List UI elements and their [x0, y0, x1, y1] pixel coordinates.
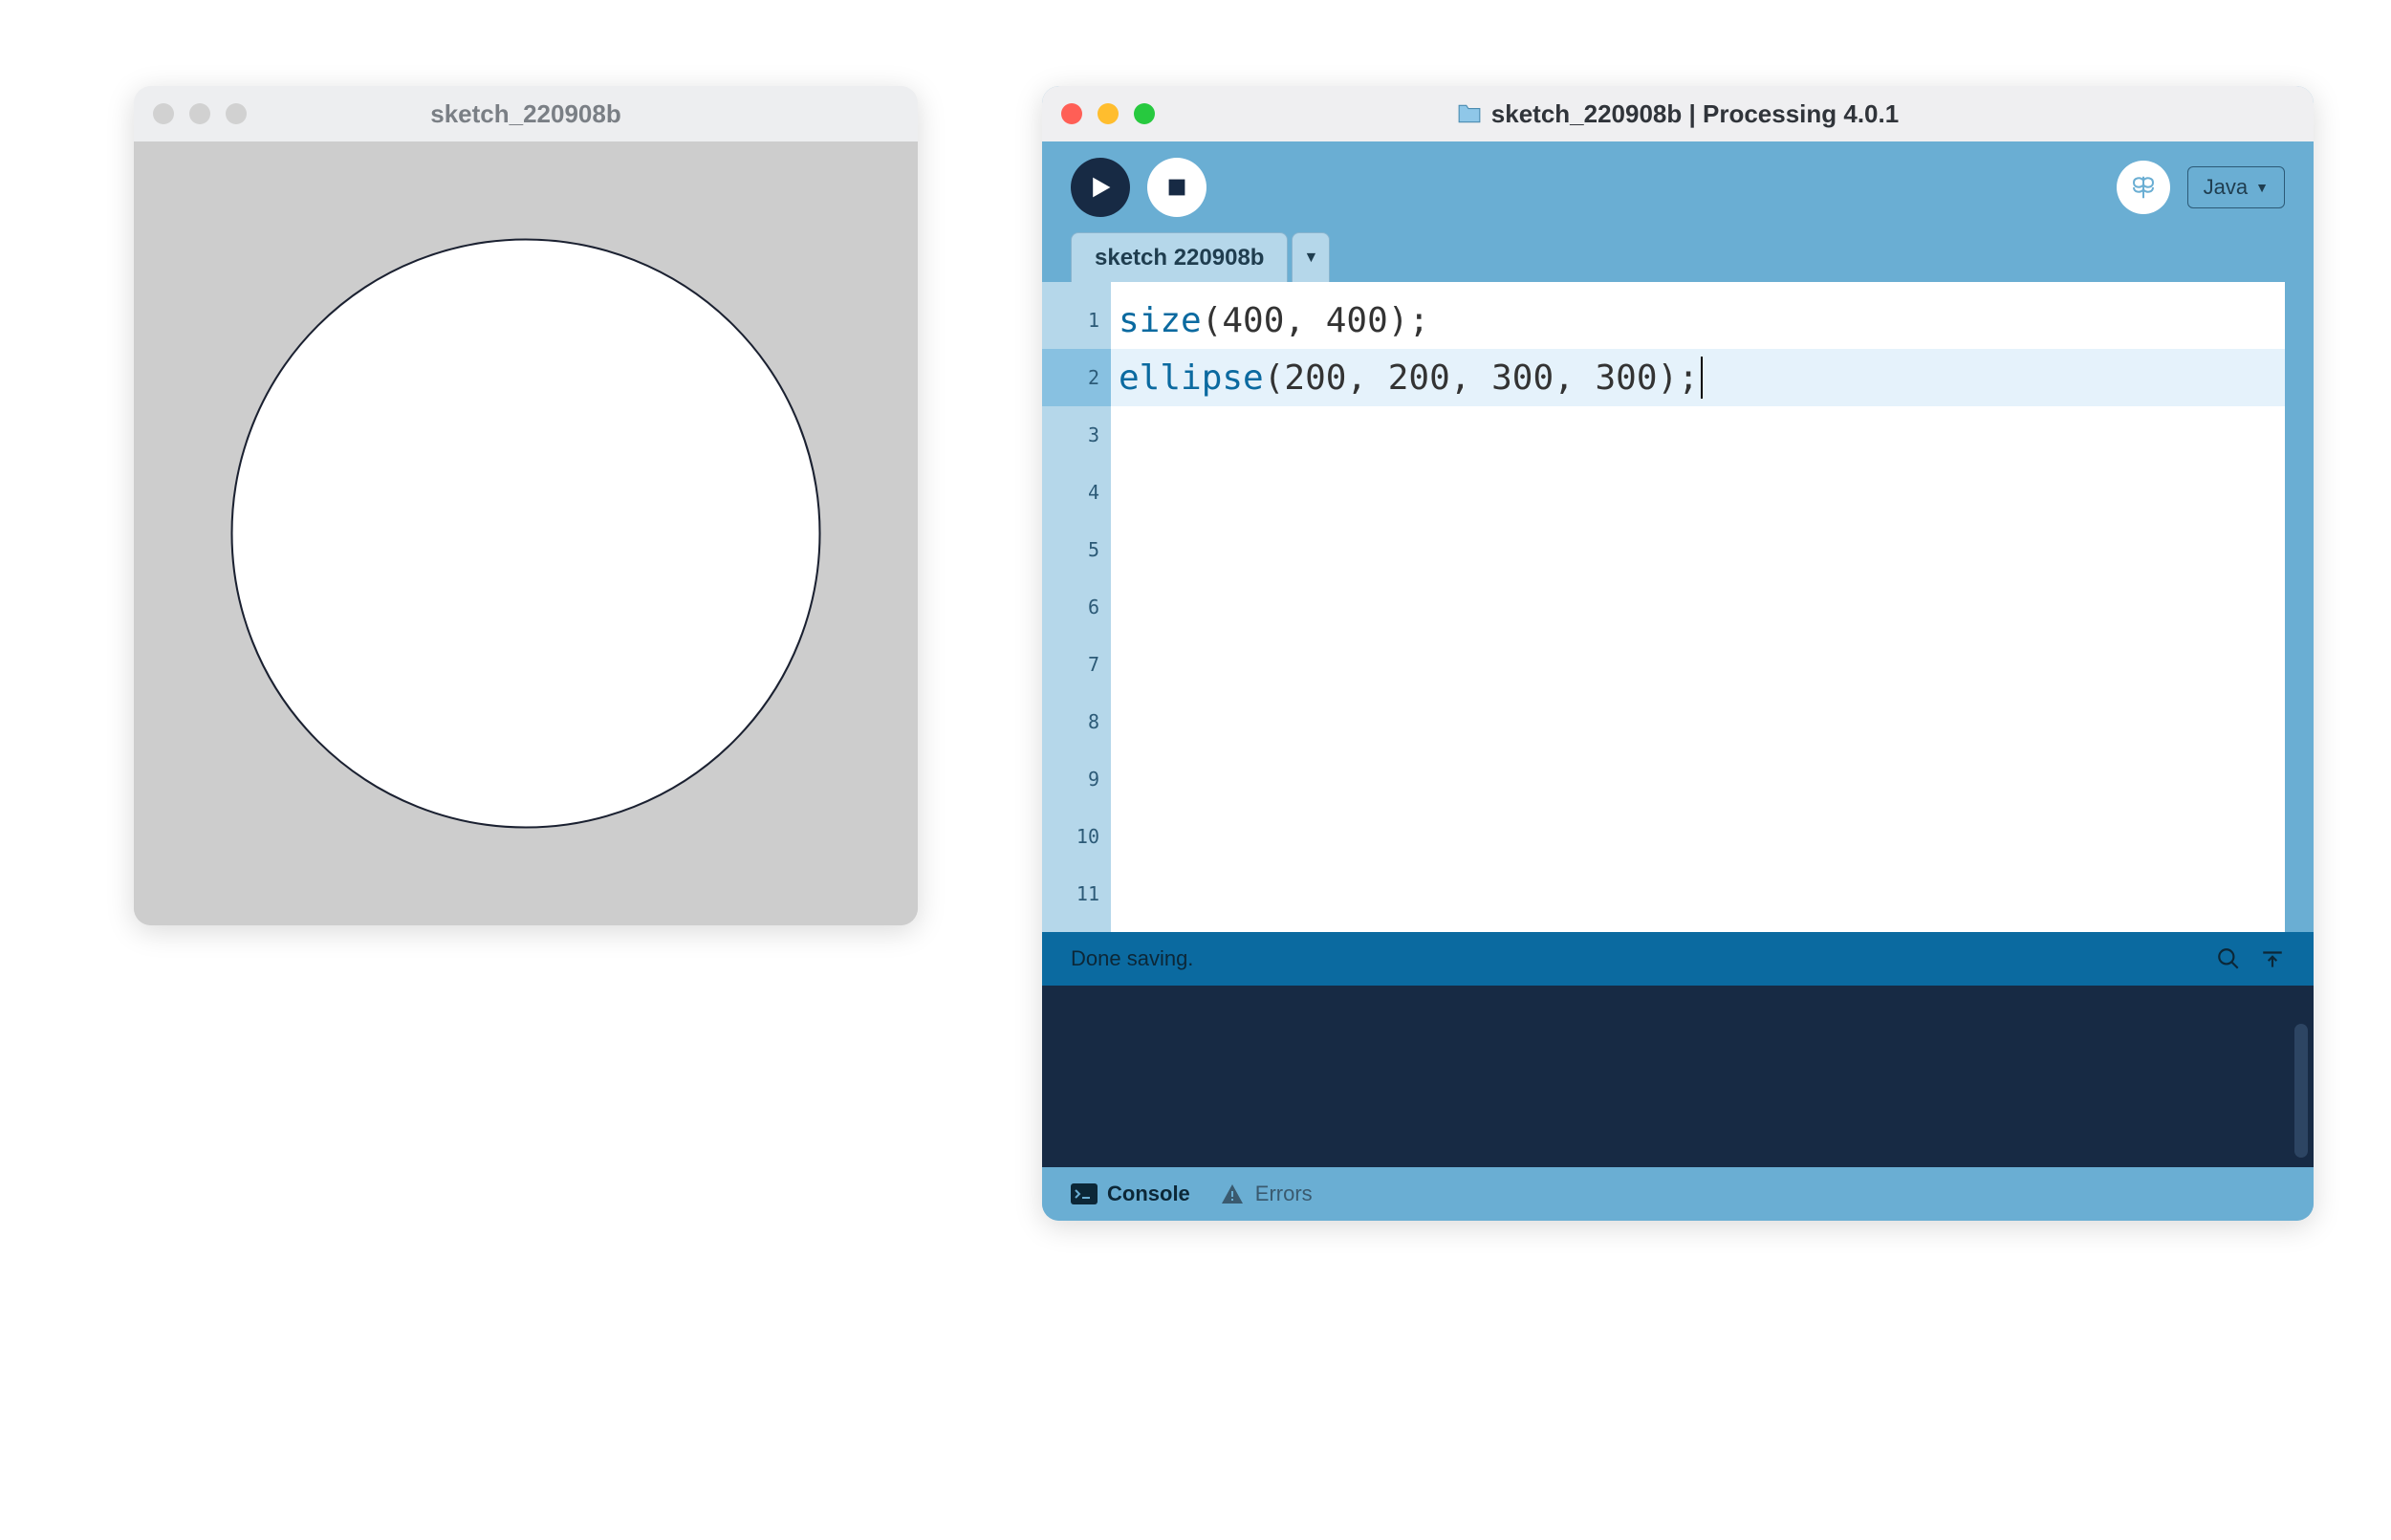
code-line[interactable]: ellipse(200, 200, 300, 300); — [1111, 349, 2285, 406]
text-cursor — [1701, 357, 1703, 399]
code-line[interactable] — [1111, 406, 2285, 464]
code-line[interactable] — [1111, 808, 2285, 865]
code-keyword: ellipse — [1119, 358, 1264, 398]
collapse-icon[interactable] — [2260, 946, 2285, 971]
ide-window-title: sketch_220908b | Processing 4.0.1 — [1491, 99, 1899, 129]
stop-icon — [1165, 176, 1188, 199]
search-icon[interactable] — [2216, 946, 2241, 971]
console-tab-label: Console — [1107, 1182, 1190, 1206]
line-number: 9 — [1042, 750, 1111, 808]
code-line[interactable] — [1111, 636, 2285, 693]
sketch-canvas — [134, 141, 918, 925]
code-line[interactable] — [1111, 865, 2285, 922]
line-number-gutter: 1234567891011 — [1042, 282, 1111, 932]
run-button[interactable] — [1071, 158, 1130, 217]
code-text: (200, 200, 300, 300); — [1264, 358, 1699, 398]
ide-toolbar: Java ▼ — [1042, 141, 2314, 232]
line-number: 3 — [1042, 406, 1111, 464]
code-line[interactable] — [1111, 521, 2285, 578]
chevron-down-icon: ▼ — [1304, 249, 1319, 267]
code-line[interactable] — [1111, 464, 2285, 521]
zoom-icon[interactable] — [1134, 103, 1155, 124]
status-bar: Done saving. — [1042, 932, 2314, 986]
close-icon[interactable] — [1061, 103, 1082, 124]
sketch-titlebar[interactable]: sketch_220908b — [134, 86, 918, 141]
mode-selector[interactable]: Java ▼ — [2187, 166, 2285, 208]
code-line[interactable]: size(400, 400); — [1111, 292, 2285, 349]
line-number: 7 — [1042, 636, 1111, 693]
errors-tab-label: Errors — [1255, 1182, 1313, 1206]
processing-ide-window: sketch_220908b | Processing 4.0.1 Java ▼… — [1042, 86, 2314, 1221]
butterfly-icon — [2129, 173, 2158, 202]
line-number: 2 — [1042, 349, 1111, 406]
code-line[interactable] — [1111, 693, 2285, 750]
zoom-icon[interactable] — [226, 103, 247, 124]
console-scrollbar[interactable] — [2294, 1024, 2308, 1158]
ide-titlebar[interactable]: sketch_220908b | Processing 4.0.1 — [1042, 86, 2314, 141]
line-number: 8 — [1042, 693, 1111, 750]
errors-tab[interactable]: Errors — [1219, 1182, 1313, 1206]
sketch-output-window: sketch_220908b — [134, 86, 918, 925]
line-number: 4 — [1042, 464, 1111, 521]
status-message: Done saving. — [1071, 946, 2197, 971]
minimize-icon[interactable] — [189, 103, 210, 124]
debug-button[interactable] — [2117, 161, 2170, 214]
play-icon — [1088, 175, 1113, 200]
code-keyword: size — [1119, 301, 1202, 340]
code-line[interactable] — [1111, 578, 2285, 636]
tab-dropdown[interactable]: ▼ — [1292, 232, 1330, 282]
line-number: 10 — [1042, 808, 1111, 865]
tab-strip: sketch 220908b ▼ — [1042, 232, 2314, 282]
sketch-drawing — [134, 141, 918, 925]
stop-button[interactable] — [1147, 158, 1206, 217]
terminal-icon — [1071, 1183, 1098, 1204]
console-tab[interactable]: Console — [1071, 1182, 1190, 1206]
line-number: 1 — [1042, 292, 1111, 349]
code-editor[interactable]: size(400, 400);ellipse(200, 200, 300, 30… — [1111, 282, 2285, 932]
chevron-down-icon: ▼ — [2255, 180, 2269, 195]
sketch-tab[interactable]: sketch 220908b — [1071, 232, 1288, 282]
sketch-window-title: sketch_220908b — [134, 99, 918, 129]
line-number: 5 — [1042, 521, 1111, 578]
editor-area: 1234567891011 size(400, 400);ellipse(200… — [1042, 282, 2314, 932]
console-output[interactable] — [1042, 986, 2314, 1167]
folder-icon — [1457, 103, 1482, 124]
line-number: 11 — [1042, 865, 1111, 922]
minimize-icon[interactable] — [1098, 103, 1119, 124]
line-number: 6 — [1042, 578, 1111, 636]
warning-icon — [1219, 1183, 1246, 1204]
mode-label: Java — [2204, 175, 2248, 200]
tab-label: sketch 220908b — [1095, 245, 1264, 271]
close-icon[interactable] — [153, 103, 174, 124]
code-line[interactable] — [1111, 750, 2285, 808]
code-text: (400, 400); — [1202, 301, 1429, 340]
bottom-tab-strip: Console Errors — [1042, 1167, 2314, 1221]
